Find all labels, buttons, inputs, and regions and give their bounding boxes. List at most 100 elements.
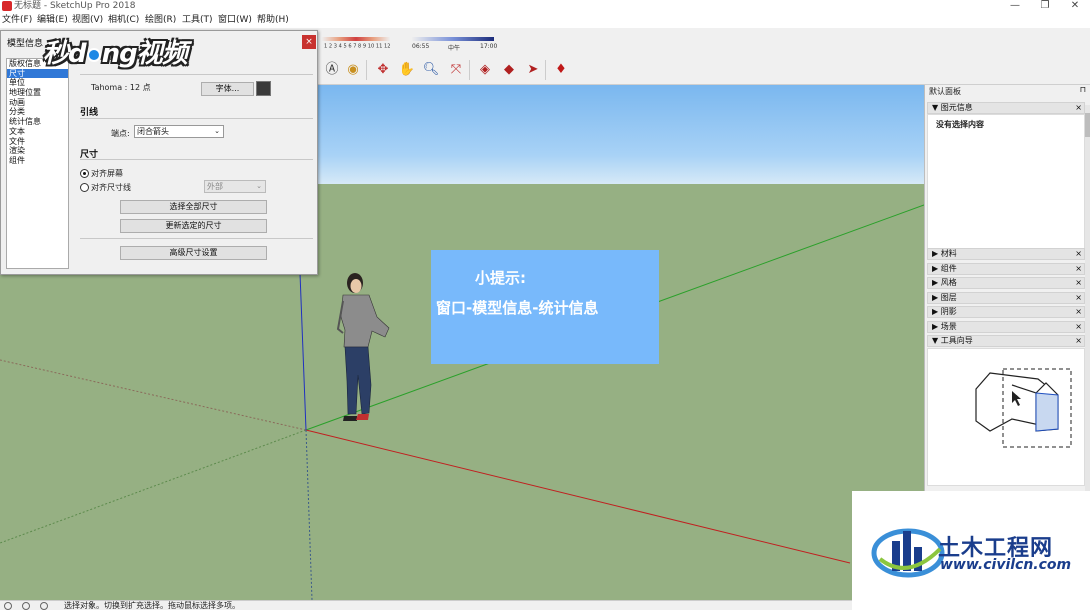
pan-hand-icon[interactable]: ✋ bbox=[397, 60, 417, 80]
shadow-time-start: 06:55 bbox=[412, 43, 430, 50]
close-icon[interactable]: × bbox=[1075, 293, 1082, 303]
paint-bucket-icon[interactable]: ◉ bbox=[343, 60, 363, 80]
section-components[interactable]: ▶ 组件 × bbox=[927, 263, 1085, 275]
dialog-close-button[interactable]: × bbox=[302, 35, 316, 49]
dialog-title: 模型信息 bbox=[7, 39, 44, 49]
section-styles[interactable]: ▶ 风格 × bbox=[927, 277, 1085, 289]
section-materials[interactable]: ▶ 材料 × bbox=[927, 248, 1085, 260]
civilcn-logo: 土木工程网 www.civilcn.com bbox=[852, 491, 1090, 610]
tray-pin-icon[interactable]: ⊓ bbox=[1080, 85, 1086, 94]
entity-info-panel: 没有选择内容 bbox=[927, 114, 1085, 250]
endpoint-select[interactable]: 闭合箭头 ⌄ bbox=[134, 125, 224, 138]
align-dimline-select[interactable]: 外部 ⌄ bbox=[204, 180, 266, 193]
font-info: Tahoma : 12 点 bbox=[91, 83, 151, 92]
help-icon[interactable] bbox=[40, 602, 48, 610]
section-label: 图层 bbox=[940, 293, 957, 302]
orbit-icon[interactable]: ✥ bbox=[373, 60, 393, 80]
menu-camera[interactable]: 相机(C) bbox=[108, 14, 139, 27]
restore-button[interactable]: ❐ bbox=[1030, 0, 1060, 12]
shadow-month-slider[interactable]: 1 2 3 4 5 6 7 8 9 10 11 12 bbox=[322, 34, 392, 54]
credits-icon[interactable] bbox=[22, 602, 30, 610]
menu-help[interactable]: 帮助(H) bbox=[257, 14, 289, 27]
ruby-console-icon[interactable]: ♦ bbox=[551, 60, 571, 80]
update-selected-dimensions-button[interactable]: 更新选定的尺寸 bbox=[120, 219, 267, 233]
category-statistics[interactable]: 统计信息 bbox=[7, 117, 68, 127]
no-selection-text: 没有选择内容 bbox=[936, 120, 984, 129]
zoom-icon[interactable]: 🔍︎ bbox=[421, 60, 441, 80]
red-axis-negative bbox=[0, 359, 307, 431]
endpoint-value: 闭合箭头 bbox=[137, 127, 169, 136]
close-window-button[interactable]: ✕ bbox=[1060, 0, 1090, 12]
close-icon[interactable]: × bbox=[1075, 278, 1082, 288]
category-classifications[interactable]: 分类 bbox=[7, 107, 68, 117]
tip-title: 小提示: bbox=[475, 269, 526, 287]
menu-tools[interactable]: 工具(T) bbox=[182, 14, 213, 27]
menu-edit[interactable]: 编辑(E) bbox=[37, 14, 68, 27]
dimension-color-swatch[interactable] bbox=[256, 81, 271, 96]
shadow-time-mid: 中午 bbox=[448, 45, 461, 52]
title-bar: 无标题 - SketchUp Pro 2018 — ❐ ✕ bbox=[0, 0, 1090, 13]
section-entity-info[interactable]: ▼ 图元信息 × bbox=[927, 102, 1085, 114]
section-layers[interactable]: ▶ 图层 × bbox=[927, 292, 1085, 304]
section-label: 阴影 bbox=[940, 307, 957, 316]
instructor-illustration-icon bbox=[975, 368, 1072, 448]
text-tool-icon[interactable]: Ⓐ bbox=[322, 60, 342, 80]
close-icon[interactable]: × bbox=[1075, 307, 1082, 317]
endpoint-label: 端点: bbox=[111, 129, 130, 138]
close-icon[interactable]: × bbox=[1075, 249, 1082, 259]
green-axis-negative bbox=[0, 429, 307, 544]
font-button[interactable]: 字体... bbox=[201, 82, 254, 96]
section-instructor[interactable]: ▼ 工具向导 × bbox=[927, 335, 1085, 347]
close-icon[interactable]: × bbox=[1075, 103, 1082, 113]
sketchup-app-icon bbox=[2, 1, 12, 11]
menu-window[interactable]: 窗口(W) bbox=[218, 14, 252, 27]
category-animation[interactable]: 动画 bbox=[7, 98, 68, 108]
section-entity-info-label: 图元信息 bbox=[940, 103, 973, 112]
status-text: 选择对象。切换到扩充选择。拖动鼠标选择多项。 bbox=[64, 601, 240, 610]
window-title: 无标题 - SketchUp Pro 2018 bbox=[14, 1, 136, 11]
close-icon[interactable]: × bbox=[1075, 264, 1082, 274]
share-model-icon[interactable]: ➤ bbox=[523, 60, 543, 80]
tip-body: 窗口-模型信息-统计信息 bbox=[436, 299, 599, 317]
section-label: 风格 bbox=[940, 278, 957, 287]
tray-title: 默认面板 bbox=[929, 87, 961, 96]
geo-location-icon[interactable] bbox=[4, 602, 12, 610]
category-file[interactable]: 文件 bbox=[7, 137, 68, 147]
shadow-months-label: 1 2 3 4 5 6 7 8 9 10 11 12 bbox=[324, 43, 391, 49]
menu-bar: 文件(F) 编辑(E) 视图(V) 相机(C) 绘图(R) 工具(T) 窗口(W… bbox=[0, 13, 1090, 28]
instructor-panel bbox=[927, 348, 1085, 486]
section-label: 组件 bbox=[940, 264, 957, 273]
model-info-dialog: 模型信息 × 版权信息 尺寸 单位 地理位置 动画 分类 统计信息 文本 文件 … bbox=[0, 30, 318, 275]
section-scenes[interactable]: ▶ 场景 × bbox=[927, 321, 1085, 333]
menu-draw[interactable]: 绘图(R) bbox=[145, 14, 176, 27]
select-all-dimensions-button[interactable]: 选择全部尺寸 bbox=[120, 200, 267, 214]
category-components[interactable]: 组件 bbox=[7, 156, 68, 166]
menu-view[interactable]: 视图(V) bbox=[72, 14, 103, 27]
align-screen-label: 对齐屏幕 bbox=[91, 169, 123, 178]
shadow-time-slider[interactable]: 06:55 中午 17:00 bbox=[412, 34, 497, 54]
section-label: 场景 bbox=[940, 322, 957, 331]
category-rendering[interactable]: 渲染 bbox=[7, 146, 68, 156]
blue-axis-line bbox=[299, 272, 307, 431]
zoom-extents-icon[interactable]: ⤧ bbox=[446, 60, 466, 80]
dimensions-pane: Tahoma : 12 点 字体... 引线 端点: 闭合箭头 ⌄ 尺寸 对齐屏幕… bbox=[76, 58, 316, 273]
minimize-button[interactable]: — bbox=[1000, 0, 1030, 12]
advanced-dimension-settings-button[interactable]: 高级尺寸设置 bbox=[120, 246, 267, 260]
category-geo-location[interactable]: 地理位置 bbox=[7, 88, 68, 98]
section-label: 材料 bbox=[940, 249, 957, 258]
extension-warehouse-icon[interactable]: ◆ bbox=[499, 60, 519, 80]
align-screen-radio[interactable] bbox=[80, 169, 89, 178]
category-units[interactable]: 单位 bbox=[7, 78, 68, 88]
category-dimensions[interactable]: 尺寸 bbox=[7, 68, 68, 79]
red-axis-line bbox=[305, 429, 851, 564]
menu-file[interactable]: 文件(F) bbox=[2, 14, 32, 27]
align-dimline-label: 对齐尺寸线 bbox=[91, 183, 131, 192]
close-icon[interactable]: × bbox=[1075, 322, 1082, 332]
category-text[interactable]: 文本 bbox=[7, 127, 68, 137]
shadow-time-end: 17:00 bbox=[480, 43, 498, 50]
section-shadows[interactable]: ▶ 阴影 × bbox=[927, 306, 1085, 318]
close-icon[interactable]: × bbox=[1075, 336, 1082, 346]
3d-warehouse-icon[interactable]: ◈ bbox=[475, 60, 495, 80]
leader-section-title: 引线 bbox=[80, 108, 99, 118]
align-dimline-radio[interactable] bbox=[80, 183, 89, 192]
